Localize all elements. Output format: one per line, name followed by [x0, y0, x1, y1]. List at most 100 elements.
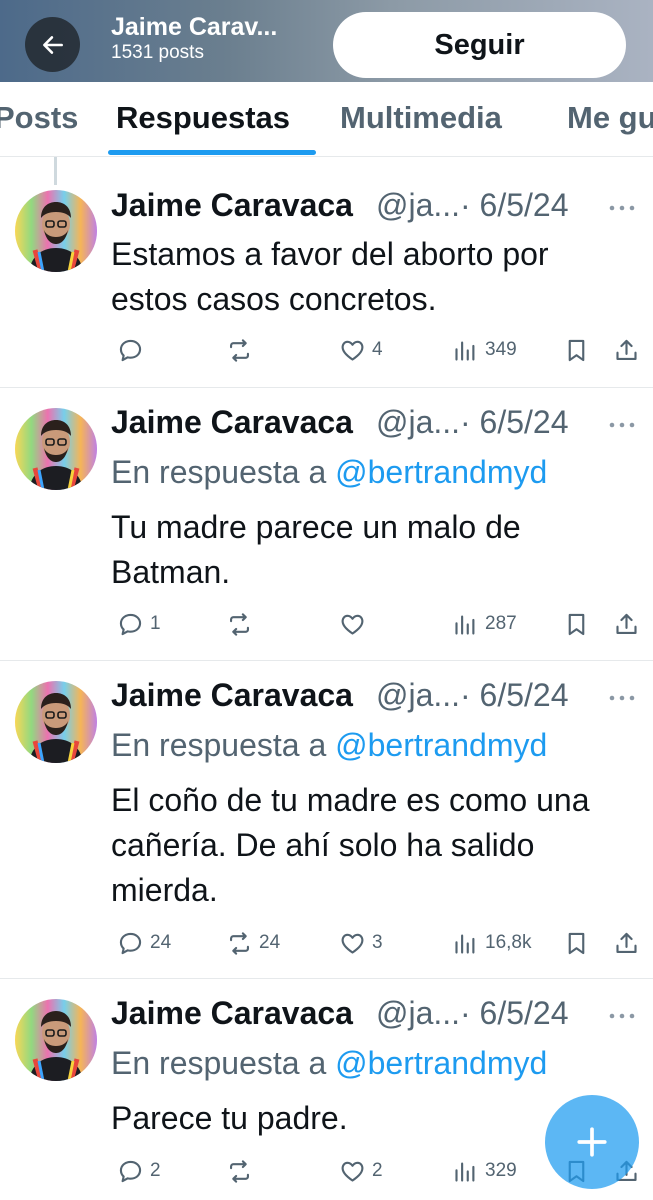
- post-date[interactable]: · 6/5/24: [460, 995, 569, 1032]
- bookmark-icon: [563, 611, 590, 638]
- reply-context: En respuesta a @bertrandmyd: [111, 454, 547, 491]
- post-count: 1531 posts: [111, 42, 204, 63]
- reply-count: 2: [150, 1160, 161, 1181]
- back-button[interactable]: [25, 17, 80, 72]
- repost-icon: [226, 337, 253, 364]
- author-handle[interactable]: @ja...: [376, 404, 460, 441]
- author-name[interactable]: Jaime Caravaca: [111, 187, 353, 224]
- compose-plus-icon: [577, 1127, 607, 1157]
- reply-count: 1: [150, 613, 161, 634]
- author-name[interactable]: Jaime Caravaca: [111, 995, 353, 1032]
- post[interactable]: Jaime Caravaca @ja... · 6/5/24 En respue…: [0, 661, 653, 979]
- avatar-image: [15, 408, 97, 490]
- author-handle[interactable]: @ja...: [376, 187, 460, 224]
- reply-handle-link[interactable]: @bertrandmyd: [335, 1045, 547, 1081]
- repost-count: 24: [259, 932, 281, 953]
- post-actions: 4 349: [0, 334, 653, 366]
- tab-posts[interactable]: Posts: [0, 100, 78, 136]
- views-button[interactable]: 349: [446, 334, 517, 366]
- reply-icon: [117, 611, 144, 638]
- post[interactable]: Jaime Caravaca @ja... · 6/5/24 Estamos a…: [0, 157, 653, 388]
- profile-name: Jaime Carav...: [111, 13, 278, 41]
- follow-button[interactable]: Seguir: [333, 12, 626, 78]
- reply-icon: [117, 930, 144, 957]
- reply-button[interactable]: 24: [111, 927, 171, 959]
- views-button[interactable]: 287: [446, 608, 517, 640]
- reply-prefix: En respuesta a: [111, 1045, 336, 1081]
- avatar[interactable]: [15, 999, 97, 1081]
- like-icon: [339, 1158, 366, 1185]
- post-text: Tu madre parece un malo de Batman.: [111, 509, 521, 590]
- repost-icon: [226, 611, 253, 638]
- profile-header: Jaime Carav... 1531 posts Seguir: [0, 0, 653, 82]
- like-icon: [339, 611, 366, 638]
- repost-button[interactable]: 24: [220, 927, 280, 959]
- repost-button[interactable]: [220, 608, 259, 640]
- tab-multimedia[interactable]: Multimedia: [340, 100, 502, 136]
- views-count: 287: [485, 613, 517, 634]
- reply-handle-link[interactable]: @bertrandmyd: [335, 727, 547, 763]
- author-name[interactable]: Jaime Caravaca: [111, 677, 353, 714]
- post-actions: 24 24 3 16,8k: [0, 927, 653, 959]
- like-icon: [339, 337, 366, 364]
- more-icon: [609, 695, 635, 701]
- more-icon: [609, 1013, 635, 1019]
- repost-button[interactable]: [220, 1155, 259, 1187]
- views-button[interactable]: 16,8k: [446, 927, 531, 959]
- bookmark-icon: [563, 930, 590, 957]
- tab-respuestas[interactable]: Respuestas: [116, 100, 290, 136]
- bookmark-button[interactable]: [557, 927, 590, 959]
- reply-button[interactable]: [111, 334, 150, 366]
- repost-icon: [226, 1158, 253, 1185]
- post[interactable]: Jaime Caravaca @ja... · 6/5/24 En respue…: [0, 388, 653, 661]
- like-button[interactable]: 4: [333, 334, 383, 366]
- repost-button[interactable]: [220, 334, 259, 366]
- avatar[interactable]: [15, 681, 97, 763]
- views-count: 329: [485, 1160, 517, 1181]
- reply-button[interactable]: 1: [111, 608, 161, 640]
- post-date[interactable]: · 6/5/24: [460, 677, 569, 714]
- views-button[interactable]: 329: [446, 1155, 517, 1187]
- avatar-image: [15, 190, 97, 272]
- like-button[interactable]: 2: [333, 1155, 383, 1187]
- tab-me-gusta[interactable]: Me gu: [567, 100, 653, 136]
- share-button[interactable]: [607, 334, 640, 366]
- like-icon: [339, 930, 366, 957]
- like-button[interactable]: [333, 608, 372, 640]
- post-date[interactable]: · 6/5/24: [460, 404, 569, 441]
- share-button[interactable]: [607, 927, 640, 959]
- reply-icon: [117, 1158, 144, 1185]
- more-button[interactable]: [607, 690, 637, 701]
- like-button[interactable]: 3: [333, 927, 383, 959]
- author-handle[interactable]: @ja...: [376, 995, 460, 1032]
- more-button[interactable]: [607, 1008, 637, 1019]
- views-icon: [452, 930, 479, 957]
- views-icon: [452, 1158, 479, 1185]
- repost-icon: [226, 930, 253, 957]
- bookmark-button[interactable]: [557, 608, 590, 640]
- reply-handle-link[interactable]: @bertrandmyd: [335, 454, 547, 490]
- back-arrow-icon: [42, 35, 63, 54]
- more-icon: [609, 205, 635, 211]
- bookmark-button[interactable]: [557, 334, 590, 366]
- author-handle[interactable]: @ja...: [376, 677, 460, 714]
- compose-button[interactable]: [545, 1095, 639, 1189]
- author-name[interactable]: Jaime Caravaca: [111, 404, 353, 441]
- reply-icon: [117, 337, 144, 364]
- views-count: 349: [485, 339, 517, 360]
- reply-prefix: En respuesta a: [111, 454, 336, 490]
- share-icon: [613, 930, 640, 957]
- post-date[interactable]: · 6/5/24: [460, 187, 569, 224]
- avatar[interactable]: [15, 408, 97, 490]
- share-button[interactable]: [607, 608, 640, 640]
- views-icon: [452, 337, 479, 364]
- views-icon: [452, 611, 479, 638]
- avatar[interactable]: [15, 190, 97, 272]
- like-count: 3: [372, 932, 383, 953]
- share-icon: [613, 337, 640, 364]
- reply-context: En respuesta a @bertrandmyd: [111, 727, 547, 764]
- reply-button[interactable]: 2: [111, 1155, 161, 1187]
- more-button[interactable]: [607, 200, 637, 211]
- more-button[interactable]: [607, 417, 637, 428]
- bookmark-icon: [563, 337, 590, 364]
